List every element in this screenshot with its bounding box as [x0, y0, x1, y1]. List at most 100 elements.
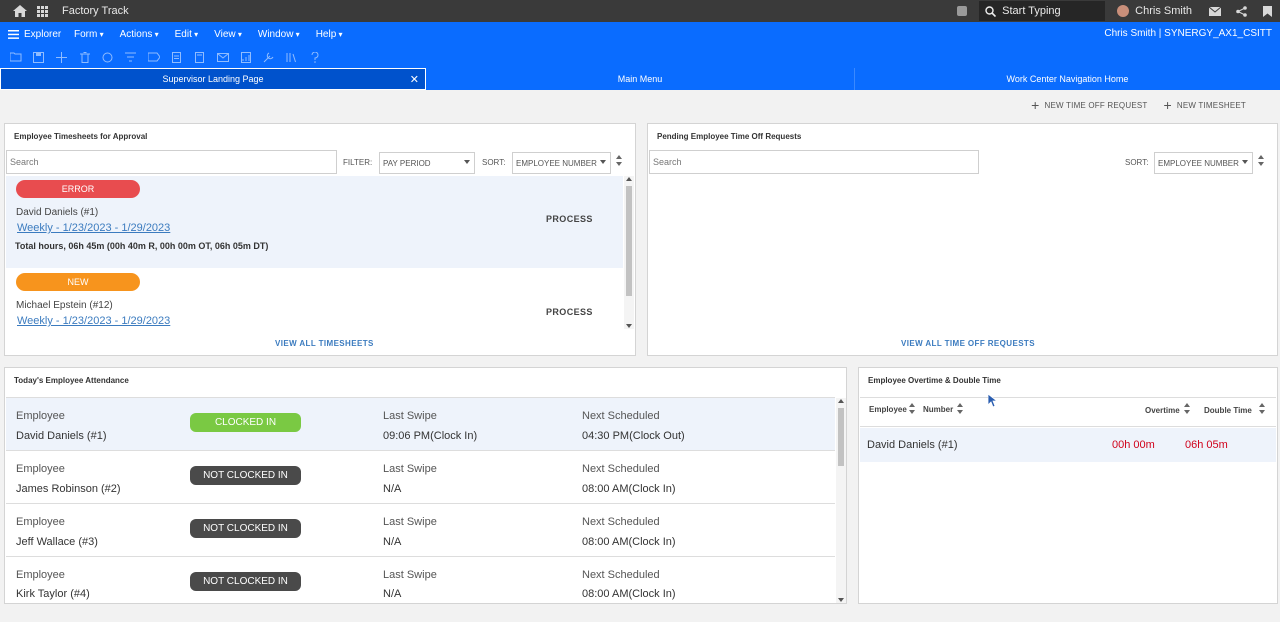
user-menu[interactable]: Chris Smith — [1117, 5, 1192, 17]
report-icon[interactable] — [234, 46, 257, 68]
attendance-row[interactable]: Employee David Daniels (#1) CLOCKED IN L… — [6, 398, 835, 451]
open-folder-icon[interactable] — [4, 46, 27, 68]
timesheet-row[interactable]: ERROR David Daniels (#1) Weekly - 1/23/2… — [6, 176, 623, 268]
app-grid-icon[interactable] — [34, 0, 50, 22]
scroll-up-icon[interactable] — [626, 177, 632, 181]
mail-icon[interactable] — [1202, 6, 1228, 16]
search-placeholder: Search — [10, 157, 39, 167]
attendance-row[interactable]: Employee Kirk Taylor (#4) NOT CLOCKED IN… — [6, 557, 835, 603]
overtime-column-header[interactable]: Overtime — [1145, 406, 1180, 415]
document-icon[interactable] — [165, 46, 188, 68]
top-bar: Factory Track Start Typing Chris Smith — [0, 0, 1280, 22]
overtime-row[interactable]: David Daniels (#1) 00h 00m 06h 05m — [860, 428, 1276, 462]
library-icon[interactable] — [280, 46, 303, 68]
scroll-up-icon[interactable] — [838, 399, 844, 403]
help-icon[interactable] — [303, 46, 326, 68]
new-timesheet-button[interactable]: + NEW TIMESHEET — [1163, 98, 1246, 112]
timesheet-scrollbar[interactable] — [624, 176, 634, 329]
menu-form[interactable]: Form — [74, 29, 104, 40]
last-swipe-label: Last Swipe — [383, 516, 437, 528]
explorer-button[interactable]: Explorer — [0, 29, 62, 40]
global-search-input[interactable]: Start Typing — [979, 1, 1106, 21]
sort-select[interactable]: EMPLOYEE NUMBER — [512, 152, 611, 174]
menu-bar: Explorer Form Actions Edit View Window H… — [0, 22, 1280, 46]
scroll-down-icon[interactable] — [626, 324, 632, 328]
scroll-down-icon[interactable] — [838, 598, 844, 602]
status-badge: NEW — [16, 273, 140, 291]
record-icon[interactable] — [957, 6, 968, 16]
filter-icon[interactable] — [119, 46, 142, 68]
sort-icon[interactable] — [956, 403, 964, 417]
share-icon[interactable] — [1228, 5, 1254, 17]
menu-actions[interactable]: Actions — [120, 29, 159, 40]
email-icon[interactable] — [211, 46, 234, 68]
sort-direction-icon[interactable] — [615, 155, 623, 169]
chevron-down-icon — [1242, 160, 1248, 164]
employee-column-header[interactable]: Employee — [869, 405, 907, 414]
sort-icon[interactable] — [1258, 403, 1266, 417]
next-scheduled-value: 08:00 AM(Clock In) — [582, 588, 676, 600]
tab-main-menu[interactable]: Main Menu — [426, 68, 854, 90]
sort-direction-icon[interactable] — [1257, 155, 1265, 169]
delete-icon[interactable] — [73, 46, 96, 68]
last-swipe-label: Last Swipe — [383, 569, 437, 581]
scroll-thumb[interactable] — [626, 186, 632, 296]
mouse-cursor-icon — [988, 394, 998, 408]
tab-work-center-navigation-home[interactable]: Work Center Navigation Home — [854, 68, 1280, 90]
toolbar — [0, 46, 1280, 68]
sort-label: SORT: — [1125, 158, 1149, 167]
app-title: Factory Track — [62, 5, 129, 17]
new-timesheet-label: NEW TIMESHEET — [1176, 100, 1246, 110]
number-column-header[interactable]: Number — [923, 405, 953, 414]
new-time-off-request-button[interactable]: + NEW TIME OFF REQUEST — [1031, 98, 1147, 112]
pay-period-link[interactable]: Weekly - 1/23/2023 - 1/29/2023 — [17, 315, 170, 327]
menu-window[interactable]: Window — [258, 29, 300, 40]
scroll-thumb[interactable] — [838, 408, 844, 466]
panel-title: Pending Employee Time Off Requests — [657, 132, 802, 141]
view-all-timesheets-link[interactable]: VIEW ALL TIMESHEETS — [275, 339, 374, 348]
last-swipe-value: N/A — [383, 536, 402, 548]
pay-period-link[interactable]: Weekly - 1/23/2023 - 1/29/2023 — [17, 222, 170, 234]
employee-name: James Robinson (#2) — [16, 483, 121, 495]
menu-help[interactable]: Help — [316, 29, 343, 40]
sort-label: SORT: — [482, 158, 506, 167]
view-all-time-off-link[interactable]: VIEW ALL TIME OFF REQUESTS — [901, 339, 1035, 348]
search-icon — [985, 5, 997, 17]
wrench-icon[interactable] — [257, 46, 280, 68]
timesheet-search-input[interactable]: Search — [6, 150, 337, 174]
tab-supervisor-landing-page[interactable]: Supervisor Landing Page ✕ — [0, 68, 426, 90]
time-off-search-input[interactable]: Search — [649, 150, 979, 174]
notes-icon[interactable] — [188, 46, 211, 68]
process-button[interactable]: PROCESS — [546, 307, 593, 317]
filter-select[interactable]: PAY PERIOD — [379, 152, 475, 174]
search-placeholder: Search — [653, 157, 682, 167]
attendance-panel: Today's Employee Attendance Employee Dav… — [4, 367, 847, 604]
sort-icon[interactable] — [1183, 403, 1191, 417]
timesheet-row[interactable]: NEW Michael Epstein (#12) Weekly - 1/23/… — [6, 269, 623, 329]
close-icon[interactable]: ✕ — [410, 73, 419, 86]
add-icon[interactable] — [50, 46, 73, 68]
last-swipe-value: 09:06 PM(Clock In) — [383, 430, 478, 442]
double-time-column-header[interactable]: Double Time — [1204, 406, 1252, 415]
panel-title: Employee Timesheets for Approval — [14, 132, 148, 141]
chevron-down-icon — [600, 160, 606, 164]
sort-icon[interactable] — [908, 403, 916, 417]
filter-label: FILTER: — [343, 158, 373, 167]
divider — [860, 397, 1276, 398]
employee-label: Employee — [16, 516, 65, 528]
bookmark-icon[interactable] — [1254, 5, 1280, 17]
save-icon[interactable] — [27, 46, 50, 68]
divider — [860, 426, 1276, 427]
double-time-value: 06h 05m — [1185, 439, 1228, 451]
next-scheduled-value: 08:00 AM(Clock In) — [582, 483, 676, 495]
attendance-row[interactable]: Employee James Robinson (#2) NOT CLOCKED… — [6, 451, 835, 504]
refresh-icon[interactable] — [96, 46, 119, 68]
menu-view[interactable]: View — [214, 29, 242, 40]
attendance-row[interactable]: Employee Jeff Wallace (#3) NOT CLOCKED I… — [6, 504, 835, 557]
process-button[interactable]: PROCESS — [546, 214, 593, 224]
tag-icon[interactable] — [142, 46, 165, 68]
employee-label: Employee — [16, 569, 65, 581]
sort-select[interactable]: EMPLOYEE NUMBER — [1154, 152, 1253, 174]
menu-edit[interactable]: Edit — [175, 29, 198, 40]
attendance-scrollbar[interactable] — [836, 398, 846, 603]
